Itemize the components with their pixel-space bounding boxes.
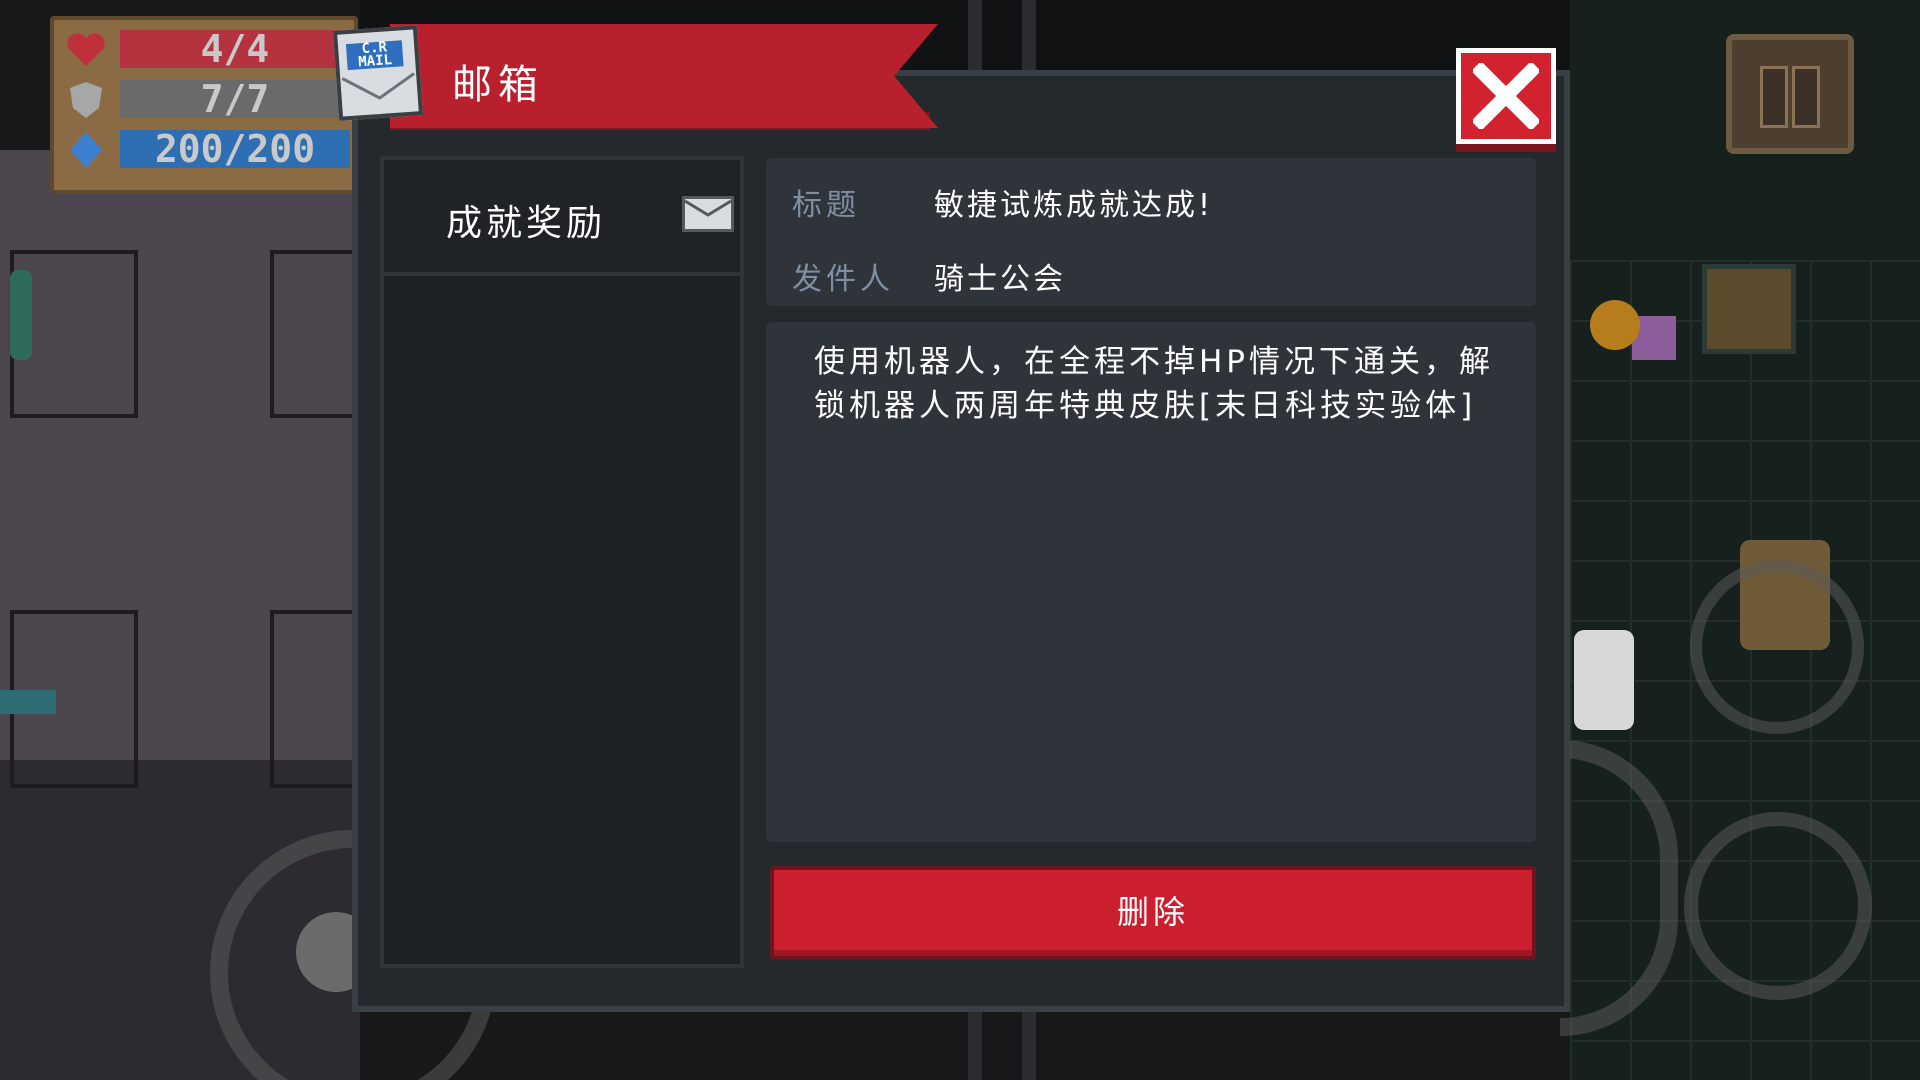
pause-icon — [1792, 66, 1820, 128]
subject-value: 敏捷试炼成就达成! — [934, 188, 1214, 223]
weapon-switch-button[interactable] — [1690, 560, 1864, 734]
sender-value: 骑士公会 — [934, 262, 1066, 297]
delete-button[interactable]: 删除 — [770, 866, 1536, 960]
energy-icon — [66, 130, 106, 168]
npc-character — [1574, 630, 1634, 730]
shield-icon — [66, 80, 106, 118]
mail-body-text: 使用机器人，在全程不掉HP情况下通关，解锁机器人两周年特典皮肤[末日科技实验体] — [814, 344, 1495, 424]
mail-icon-label: C.R MAIL — [345, 39, 404, 70]
dialog-title: 邮箱 — [452, 62, 544, 108]
crystal — [0, 690, 56, 714]
treasure-chest — [1702, 264, 1796, 354]
energy-bar: 200/200 — [120, 130, 350, 168]
player-stats-panel: 4/4 7/7 200/200 — [50, 16, 358, 194]
gold-coin-pile — [1590, 300, 1640, 350]
sender-label: 发件人 — [792, 262, 894, 297]
mail-icon: C.R MAIL — [332, 25, 424, 121]
envelope-icon — [682, 196, 734, 232]
mail-list — [380, 156, 744, 968]
close-icon — [1473, 63, 1539, 129]
close-button[interactable] — [1456, 48, 1556, 144]
pause-icon — [1760, 66, 1788, 128]
plant — [10, 270, 32, 360]
skill-button[interactable] — [1684, 812, 1872, 1000]
heart-icon — [66, 32, 106, 68]
subject-label: 标题 — [792, 188, 860, 223]
health-bar: 4/4 — [120, 30, 350, 68]
armor-bar: 7/7 — [120, 80, 350, 118]
mail-list-item-label: 成就奖励 — [446, 203, 607, 244]
pause-button[interactable] — [1726, 34, 1854, 154]
